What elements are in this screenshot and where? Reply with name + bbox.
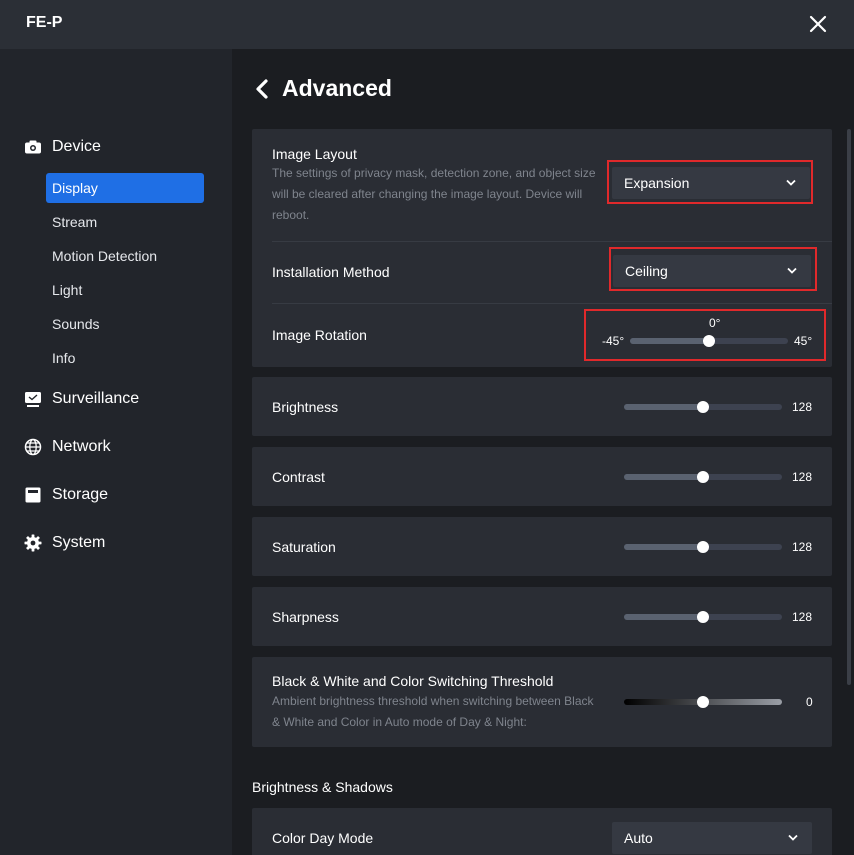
sidebar-item-stream[interactable]: Stream: [46, 207, 204, 237]
sidebar-group-storage[interactable]: Storage: [24, 486, 108, 504]
highlight-box: [607, 160, 813, 204]
sidebar-item-light[interactable]: Light: [46, 275, 204, 305]
brightness-label: Brightness: [272, 399, 339, 415]
brightness-value: 128: [792, 400, 813, 414]
sidebar-group-surveillance[interactable]: Surveillance: [24, 390, 139, 408]
sharpness-label: Sharpness: [272, 609, 339, 625]
slider-thumb[interactable]: [697, 471, 709, 483]
chevron-left-icon[interactable]: [254, 78, 270, 100]
gear-icon: [24, 534, 42, 552]
sidebar-group-device[interactable]: Device: [24, 138, 101, 156]
slider-thumb[interactable]: [697, 541, 709, 553]
saturation-label: Saturation: [272, 539, 336, 555]
bw-threshold-value: 0: [806, 695, 813, 709]
globe-icon: [24, 438, 42, 456]
sidebar: Device Display Stream Motion Detection L…: [0, 49, 232, 855]
slider-fill: [624, 474, 703, 480]
bw-threshold-slider[interactable]: [624, 696, 782, 708]
sharpness-card: Sharpness 128: [252, 587, 832, 646]
sidebar-item-info[interactable]: Info: [46, 343, 204, 373]
section-title-brightness-shadows: Brightness & Shadows: [252, 779, 393, 795]
slider-fill: [624, 614, 703, 620]
slider-thumb[interactable]: [697, 401, 709, 413]
saturation-value: 128: [792, 540, 813, 554]
sidebar-group-label: Device: [52, 138, 101, 155]
highlight-box: [584, 309, 826, 361]
color-day-mode-label: Color Day Mode: [272, 830, 374, 846]
sharpness-value: 128: [792, 610, 813, 624]
highlight-box: [609, 247, 817, 291]
title-bar: FE-P: [0, 0, 854, 49]
slider-fill: [624, 404, 703, 410]
sidebar-group-label: System: [52, 534, 106, 551]
sidebar-group-network[interactable]: Network: [24, 438, 111, 456]
bw-threshold-label: Black & White and Color Switching Thresh…: [272, 673, 554, 689]
saturation-slider[interactable]: [624, 541, 782, 553]
sidebar-item-motion-detection[interactable]: Motion Detection: [46, 241, 204, 271]
monitor-icon: [25, 392, 41, 407]
slider-thumb[interactable]: [697, 611, 709, 623]
color-day-mode-card: Color Day Mode Auto: [252, 808, 832, 855]
image-settings-card: Image Layout The settings of privacy mas…: [252, 129, 832, 367]
sidebar-item-display[interactable]: Display: [46, 173, 204, 203]
brightness-card: Brightness 128: [252, 377, 832, 436]
contrast-label: Contrast: [272, 469, 325, 485]
sidebar-group-system[interactable]: System: [24, 534, 105, 552]
window-title: FE-P: [26, 14, 63, 31]
sidebar-group-label: Surveillance: [52, 390, 140, 407]
image-rotation-label: Image Rotation: [272, 327, 367, 343]
divider: [272, 303, 832, 304]
color-day-mode-value: Auto: [624, 830, 653, 846]
installation-method-label: Installation Method: [272, 264, 390, 280]
main-panel: Advanced Image Layout The settings of pr…: [232, 49, 854, 855]
contrast-slider[interactable]: [624, 471, 782, 483]
slider-fill: [624, 544, 703, 550]
storage-icon: [25, 487, 41, 503]
camera-icon: [25, 140, 41, 154]
sidebar-group-label: Storage: [52, 486, 109, 503]
divider: [272, 241, 832, 242]
brightness-slider[interactable]: [624, 401, 782, 413]
sidebar-item-sounds[interactable]: Sounds: [46, 309, 204, 339]
bw-threshold-card: Black & White and Color Switching Thresh…: [252, 657, 832, 747]
bw-threshold-description: Ambient brightness threshold when switch…: [272, 694, 594, 729]
saturation-card: Saturation 128: [252, 517, 832, 576]
image-layout-label: Image Layout: [272, 146, 357, 162]
color-day-mode-select[interactable]: Auto: [612, 822, 812, 854]
close-icon[interactable]: [808, 14, 828, 34]
scrollbar[interactable]: [847, 129, 851, 685]
sidebar-group-label: Network: [52, 438, 111, 455]
sharpness-slider[interactable]: [624, 611, 782, 623]
page-title: Advanced: [282, 75, 392, 101]
contrast-value: 128: [792, 470, 813, 484]
slider-thumb[interactable]: [697, 696, 709, 708]
contrast-card: Contrast 128: [252, 447, 832, 506]
chevron-down-icon: [788, 834, 798, 841]
image-layout-description: The settings of privacy mask, detection …: [272, 166, 596, 222]
